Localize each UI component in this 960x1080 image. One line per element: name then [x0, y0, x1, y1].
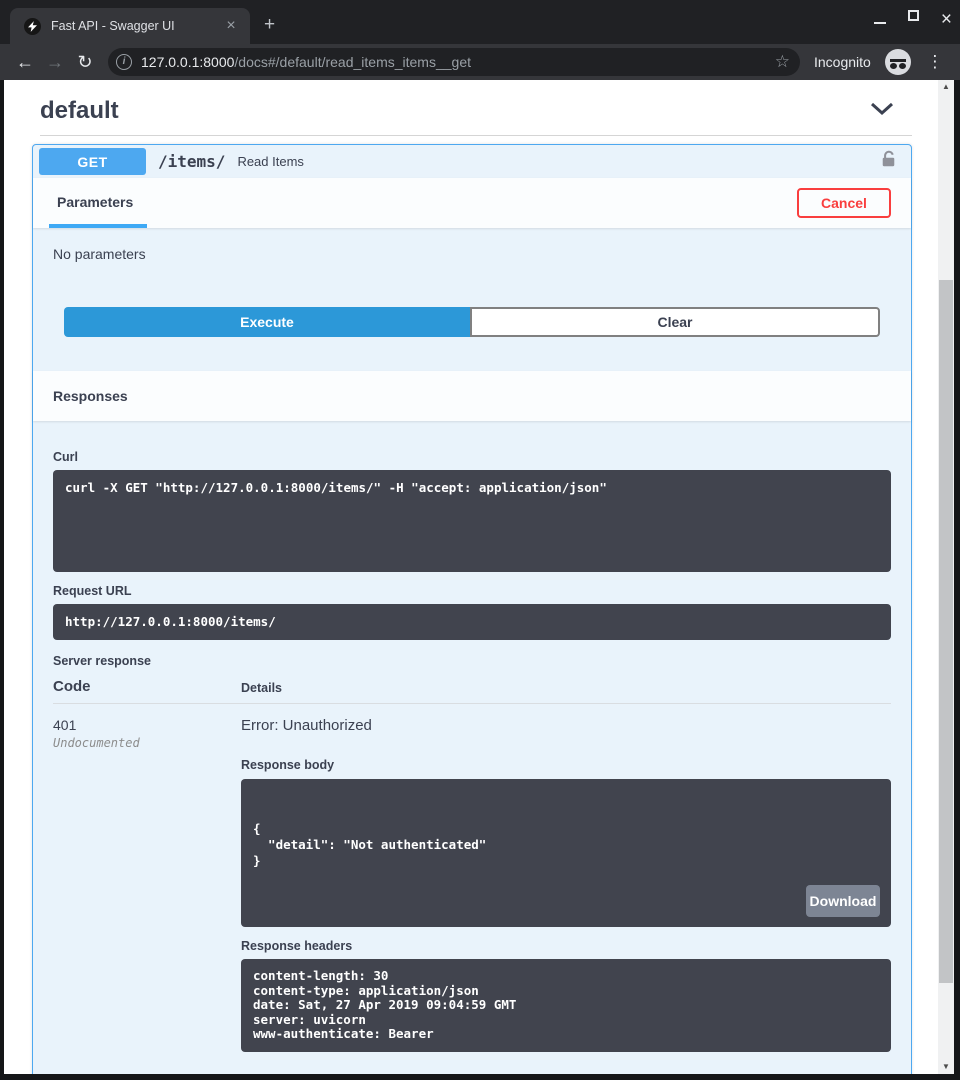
operation-summary[interactable]: GET /items/ Read Items [33, 145, 911, 178]
response-body-block: { "detail": "Not authenticated" } Downlo… [241, 779, 891, 927]
parameters-tab-label: Parameters [57, 194, 133, 210]
responses-wrapper: Curl curl -X GET "http://127.0.0.1:8000/… [33, 421, 911, 1074]
scrollbar-thumb[interactable] [939, 280, 953, 983]
tab-title: Fast API - Swagger UI [51, 19, 222, 33]
responses-section-header: Responses [33, 371, 911, 421]
address-bar[interactable]: i 127.0.0.1:8000/docs#/default/read_item… [108, 48, 800, 76]
operation-path: /items/ [158, 152, 225, 171]
browser-tab[interactable]: Fast API - Swagger UI × [10, 8, 250, 44]
url-host: 127.0.0.1:8000 [141, 54, 234, 70]
code-column-header: Code [53, 678, 241, 695]
http-method-badge: GET [39, 148, 146, 175]
tab-close-icon[interactable]: × [222, 18, 240, 34]
curl-label: Curl [53, 450, 891, 464]
swagger-page: default GET /items/ Read Items Parameter [4, 80, 954, 1074]
curl-command: curl -X GET "http://127.0.0.1:8000/items… [53, 470, 891, 572]
swagger-content: default GET /items/ Read Items Parameter [4, 80, 938, 1074]
parameters-header: Parameters Cancel [33, 178, 911, 228]
response-body-json: { "detail": "Not authenticated" } [253, 821, 879, 869]
tab-parameters[interactable]: Parameters [53, 194, 137, 212]
response-body-label: Response body [241, 758, 891, 772]
request-url-label: Request URL [53, 584, 891, 598]
chevron-down-icon[interactable] [870, 102, 894, 121]
incognito-label: Incognito [814, 54, 871, 70]
opblock-get-items: GET /items/ Read Items Parameters Cancel… [32, 144, 912, 1074]
response-code-cell: 401 Undocumented [53, 717, 241, 1062]
error-title: Error: Unauthorized [241, 717, 891, 734]
operation-summary-text: Read Items [237, 154, 880, 169]
window-minimize-button[interactable] [874, 10, 886, 26]
window-maximize-button[interactable] [908, 10, 919, 26]
undocumented-note: Undocumented [53, 736, 241, 750]
reload-icon[interactable]: ↻ [70, 52, 100, 73]
execute-button[interactable]: Execute [64, 307, 470, 337]
titlebar: Fast API - Swagger UI × + × [0, 0, 960, 44]
clear-button[interactable]: Clear [470, 307, 880, 337]
server-response-row: 401 Undocumented Error: Unauthorized Res… [53, 704, 891, 1062]
url-text[interactable]: 127.0.0.1:8000/docs#/default/read_items_… [141, 54, 769, 70]
execute-row: Execute Clear [64, 307, 880, 337]
response-headers-block: content-length: 30 content-type: applica… [241, 959, 891, 1052]
cancel-button[interactable]: Cancel [797, 188, 891, 218]
bookmark-star-icon[interactable]: ☆ [775, 52, 790, 72]
server-response-table: Code Details 401 Undocumented Error: Una… [53, 678, 891, 1062]
back-icon[interactable]: ← [10, 52, 40, 73]
unlocked-padlock-icon[interactable] [880, 149, 897, 174]
server-response-table-header: Code Details [53, 678, 891, 704]
no-parameters-text: No parameters [33, 228, 911, 302]
active-tab-underline [49, 224, 147, 228]
request-url-value: http://127.0.0.1:8000/items/ [53, 604, 891, 640]
responses-header-label: Responses [53, 388, 128, 404]
window-controls: × [874, 10, 952, 26]
tag-title: default [40, 97, 938, 125]
download-button[interactable]: Download [806, 885, 880, 917]
response-headers-label: Response headers [241, 939, 891, 953]
incognito-icon [885, 49, 911, 75]
scroll-up-icon[interactable]: ▲ [938, 80, 954, 94]
status-code: 401 [53, 717, 241, 733]
fastapi-favicon-icon [24, 18, 41, 35]
url-path: /docs#/default/read_items_items__get [234, 54, 471, 70]
page-scrollbar[interactable]: ▲ ▼ [938, 80, 954, 1074]
details-column-header: Details [241, 681, 891, 695]
browser-menu-icon[interactable]: ⋮ [923, 52, 947, 72]
response-details-cell: Error: Unauthorized Response body { "det… [241, 717, 891, 1062]
section-divider [40, 135, 912, 136]
browser-toolbar: ← → ↻ i 127.0.0.1:8000/docs#/default/rea… [0, 44, 960, 80]
site-info-icon[interactable]: i [116, 54, 132, 70]
scroll-down-icon[interactable]: ▼ [938, 1060, 954, 1074]
documented-responses-label: Responses [53, 1072, 891, 1075]
window-close-button[interactable]: × [941, 10, 952, 26]
server-response-label: Server response [53, 654, 891, 668]
forward-icon[interactable]: → [40, 52, 70, 73]
new-tab-icon[interactable]: + [264, 14, 275, 36]
